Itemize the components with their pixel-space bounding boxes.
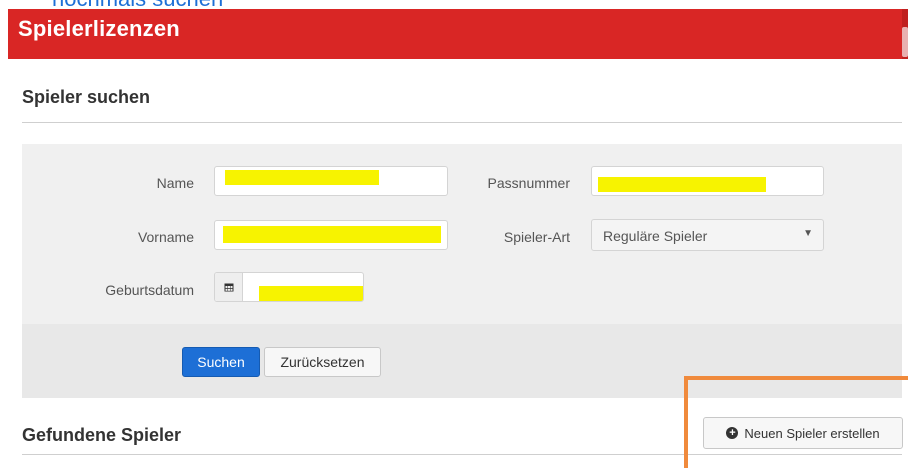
spielerart-label: Spieler-Art xyxy=(503,229,570,245)
reset-button[interactable]: Zurücksetzen xyxy=(264,347,381,377)
geburtsdatum-redaction xyxy=(259,286,363,301)
plus-circle-icon: + xyxy=(726,427,739,439)
name-redaction xyxy=(225,170,379,185)
vorname-input[interactable] xyxy=(214,220,448,250)
geburtsdatum-input[interactable] xyxy=(214,272,364,302)
geburtsdatum-label: Geburtsdatum xyxy=(105,282,194,298)
chevron-down-icon: ▼ xyxy=(803,228,813,239)
create-new-player-button[interactable]: + Neuen Spieler erstellen xyxy=(703,417,903,449)
passnummer-input[interactable] xyxy=(591,166,824,196)
spielerart-select[interactable]: Reguläre Spieler ▼ xyxy=(591,219,824,251)
spielerart-value: Reguläre Spieler xyxy=(603,228,708,244)
results-divider xyxy=(22,454,902,455)
search-section-title: Spieler suchen xyxy=(22,87,151,107)
calendar-icon[interactable] xyxy=(215,273,243,301)
name-input[interactable] xyxy=(214,166,448,196)
header-bar: Spielerlizenzen xyxy=(8,9,908,59)
vorname-label: Vorname xyxy=(137,229,194,245)
passnummer-label: Passnummer xyxy=(487,175,570,191)
search-divider xyxy=(22,122,902,123)
name-label: Name xyxy=(156,175,194,191)
create-new-player-label: Neuen Spieler erstellen xyxy=(744,425,880,441)
passnummer-redaction xyxy=(598,177,766,192)
header-scroll-handle xyxy=(902,27,908,57)
vorname-redaction xyxy=(223,226,441,243)
results-section-title: Gefundene Spieler xyxy=(22,425,182,445)
search-button[interactable]: Suchen xyxy=(182,347,260,377)
page-title: Spielerlizenzen xyxy=(18,16,180,41)
search-form-panel: Name Passnummer Vorname Spieler-Art Regu… xyxy=(22,144,902,324)
player-license-page: nochmals suchen Spielerlizenzen Spieler … xyxy=(0,0,908,468)
search-form-footer: Suchen Zurücksetzen xyxy=(22,324,902,398)
